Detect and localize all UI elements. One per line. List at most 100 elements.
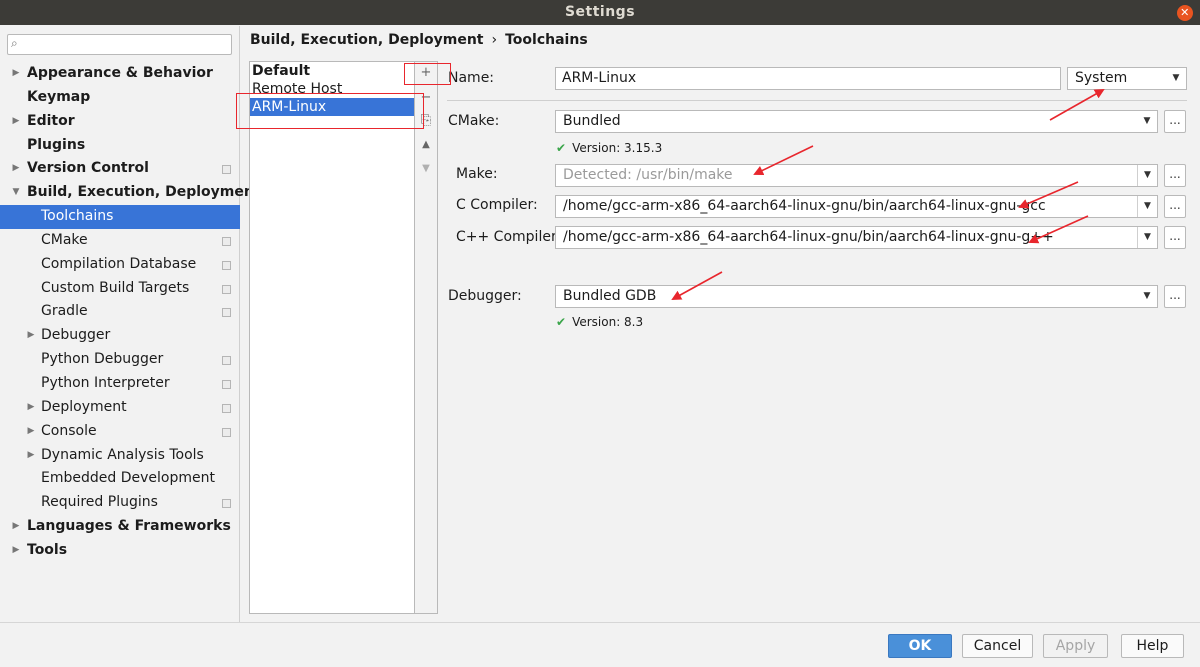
toolchain-item[interactable]: Default — [250, 62, 414, 80]
environment-select[interactable]: System ▼ — [1067, 67, 1187, 90]
chevron-down-icon: ▼ — [1143, 291, 1151, 301]
sidebar-item-languages-frameworks[interactable]: ▶ Languages & Frameworks — [0, 515, 240, 539]
c-compiler-select[interactable]: /home/gcc-arm-x86_64-aarch64-linux-gnu/b… — [555, 195, 1158, 218]
project-scope-icon — [222, 356, 231, 366]
apply-button[interactable]: Apply — [1043, 634, 1108, 658]
sidebar-item-label: Appearance & Behavior — [27, 65, 213, 81]
sidebar-item-required-plugins[interactable]: Required Plugins — [0, 491, 240, 515]
debugger-select[interactable]: Bundled GDB ▼ — [555, 285, 1158, 308]
sidebar-item-label: Editor — [27, 112, 75, 129]
sidebar-item-deployment[interactable]: ▶ Deployment — [0, 396, 240, 420]
sidebar-item-toolchains[interactable]: Toolchains — [0, 205, 240, 229]
sidebar-item-label: Python Interpreter — [41, 374, 170, 391]
sidebar-item-label: Debugger — [41, 327, 111, 344]
annotation-box-arm-linux — [236, 93, 424, 129]
sidebar-item-label: Plugins — [27, 136, 86, 153]
chevron-right-icon[interactable]: ▶ — [25, 396, 37, 420]
breadcrumb-separator: › — [491, 32, 498, 48]
breadcrumb-parent[interactable]: Build, Execution, Deployment — [250, 32, 484, 48]
project-scope-icon — [222, 499, 231, 509]
sidebar-item-label: Keymap — [27, 88, 91, 105]
chevron-right-icon[interactable]: ▶ — [10, 515, 22, 539]
sidebar-item-debugger[interactable]: ▶ Debugger — [0, 324, 240, 348]
chevron-right-icon[interactable]: ▶ — [10, 110, 22, 134]
chevron-right-icon[interactable]: ▶ — [10, 157, 22, 181]
sidebar-item-label: Build, Execution, Deployment — [27, 184, 261, 201]
project-scope-icon — [222, 284, 231, 294]
cmake-select[interactable]: Bundled ▼ — [555, 110, 1158, 133]
breadcrumb-current: Toolchains — [505, 32, 588, 48]
sidebar-item-compilation-database[interactable]: Compilation Database — [0, 253, 240, 277]
move-up-icon[interactable]: ▲ — [415, 139, 437, 150]
sidebar-item-plugins[interactable]: Plugins — [0, 134, 240, 158]
check-icon: ✔ — [556, 315, 567, 329]
chevron-down-icon: ▼ — [1137, 227, 1157, 248]
chevron-down-icon: ▼ — [1143, 116, 1151, 126]
settings-tree: ▶ Appearance & Behavior Keymap ▶ Editor Plugi… — [0, 62, 261, 563]
close-icon[interactable]: ✕ — [1177, 5, 1193, 21]
debugger-browse-button[interactable]: ... — [1164, 285, 1186, 308]
window-title: Settings — [564, 4, 636, 20]
search-icon: ⌕ — [11, 36, 18, 50]
cmake-value: Bundled — [563, 113, 621, 129]
chevron-right-icon[interactable]: ▶ — [10, 62, 22, 86]
help-button[interactable]: Help — [1121, 634, 1184, 658]
chevron-right-icon[interactable]: ▶ — [25, 444, 37, 468]
ok-button[interactable]: OK — [888, 634, 952, 658]
cancel-button[interactable]: Cancel — [962, 634, 1033, 658]
chevron-down-icon[interactable]: ▼ — [10, 181, 22, 205]
sidebar-item-label: Required Plugins — [41, 494, 158, 511]
make-placeholder: Detected: /usr/bin/make — [563, 167, 733, 183]
name-field[interactable]: ARM-Linux — [555, 67, 1061, 90]
sidebar-item-label: Embedded Development — [41, 470, 215, 487]
sidebar-item-version-control[interactable]: ▶ Version Control — [0, 157, 240, 181]
chevron-right-icon[interactable]: ▶ — [25, 324, 37, 348]
make-label: Make: — [456, 166, 498, 182]
move-down-icon: ▼ — [422, 163, 430, 174]
chevron-right-icon[interactable]: ▶ — [10, 539, 22, 563]
sidebar-item-label: Deployment — [41, 398, 127, 415]
cpp-compiler-label: C++ Compiler: — [456, 229, 562, 245]
cmake-version-text: Version: 3.15.3 — [572, 141, 663, 155]
divider — [447, 100, 1187, 101]
sidebar-item-keymap[interactable]: Keymap — [0, 86, 240, 110]
chevron-down-icon: ▼ — [1137, 196, 1157, 217]
sidebar-item-dynamic-analysis-tools[interactable]: ▶ Dynamic Analysis Tools — [0, 444, 240, 468]
sidebar-item-gradle[interactable]: Gradle — [0, 300, 240, 324]
sidebar-item-label: Compilation Database — [41, 255, 197, 272]
project-scope-icon — [222, 308, 231, 318]
make-browse-button[interactable]: ... — [1164, 164, 1186, 187]
project-scope-icon — [222, 379, 231, 389]
cpp-compiler-browse-button[interactable]: ... — [1164, 226, 1186, 249]
sidebar-item-label: Languages & Frameworks — [27, 518, 231, 535]
environment-value: System — [1075, 70, 1128, 86]
c-compiler-browse-button[interactable]: ... — [1164, 195, 1186, 218]
sidebar-item-python-debugger[interactable]: Python Debugger — [0, 348, 240, 372]
cmake-label: CMake: — [448, 113, 500, 129]
sidebar-item-custom-build-targets[interactable]: Custom Build Targets — [0, 277, 240, 301]
sidebar-item-cmake[interactable]: CMake — [0, 229, 240, 253]
toolchain-list-toolbar: + − ⎘ ▲ ▼ — [415, 61, 438, 614]
sidebar-item-label: Toolchains — [41, 208, 114, 225]
settings-search-input[interactable]: ⌕ — [7, 34, 232, 55]
sidebar-item-build-execution-deployment[interactable]: ▼ Build, Execution, Deployment — [0, 181, 261, 205]
sidebar-item-embedded-development[interactable]: Embedded Development — [0, 467, 240, 491]
sidebar-item-console[interactable]: ▶ Console — [0, 420, 240, 444]
project-scope-icon — [222, 260, 231, 270]
project-scope-icon — [222, 236, 231, 246]
breadcrumb: Build, Execution, Deployment › Toolchains — [250, 32, 588, 48]
sidebar-item-tools[interactable]: ▶ Tools — [0, 539, 240, 563]
sidebar-item-label: Python Debugger — [41, 351, 164, 368]
cmake-version-status: ✔ Version: 3.15.3 — [556, 141, 662, 155]
make-select[interactable]: Detected: /usr/bin/make ▼ — [555, 164, 1158, 187]
chevron-right-icon[interactable]: ▶ — [25, 420, 37, 444]
sidebar-item-editor[interactable]: ▶ Editor — [0, 110, 240, 134]
chevron-down-icon: ▼ — [1137, 165, 1157, 186]
sidebar-item-appearance-behavior[interactable]: ▶ Appearance & Behavior — [0, 62, 240, 86]
sidebar-item-python-interpreter[interactable]: Python Interpreter — [0, 372, 240, 396]
c-compiler-label: C Compiler: — [456, 197, 538, 213]
sidebar-item-label: Gradle — [41, 303, 88, 320]
name-label: Name: — [448, 70, 495, 86]
cmake-browse-button[interactable]: ... — [1164, 110, 1186, 133]
cpp-compiler-select[interactable]: /home/gcc-arm-x86_64-aarch64-linux-gnu/b… — [555, 226, 1158, 249]
